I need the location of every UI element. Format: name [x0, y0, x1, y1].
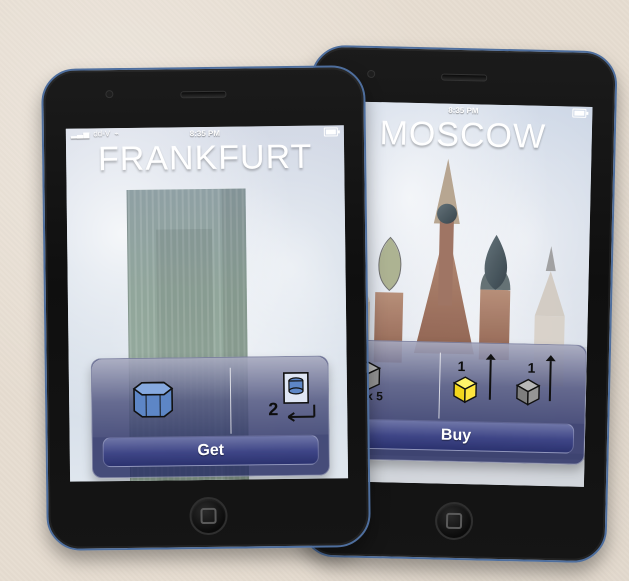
- status-time: 8:35 PM: [189, 128, 221, 138]
- speaker: [180, 90, 227, 99]
- battery-icon: [323, 127, 338, 137]
- battery-icon: [572, 108, 587, 118]
- quantity-number: 2: [268, 399, 279, 420]
- right-number-2: 1: [527, 359, 536, 376]
- status-time: 8:35 PM: [448, 105, 479, 115]
- octagon-prism-icon: [132, 381, 174, 418]
- gray-cube-icon-2: [515, 378, 541, 406]
- front-camera: [105, 90, 114, 99]
- city-title: FRANKFURT: [97, 137, 313, 179]
- yellow-cube-icon-2: [452, 376, 478, 404]
- signal-carrier: ▂▃▅ dd-V ⌁: [71, 129, 119, 139]
- get-button[interactable]: Get: [102, 434, 319, 468]
- carrier-text: dd-V: [93, 129, 111, 139]
- signal-icon: ▂▃▅: [70, 129, 90, 139]
- home-button[interactable]: [189, 496, 228, 536]
- front-camera: [367, 69, 376, 79]
- home-button[interactable]: [434, 501, 474, 541]
- phone-frankfurt: ▂▃▅ dd-V ⌁ 8:35 PM FRANKFURT 2 Get: [41, 65, 371, 551]
- wifi-icon: ⌁: [114, 129, 120, 139]
- buy-button[interactable]: Buy: [337, 418, 575, 454]
- get-panel: 2 Get: [90, 355, 331, 479]
- box-with-item-icon: [282, 371, 316, 422]
- city-title: MOSCOW: [379, 114, 547, 156]
- screen-frankfurt: ▂▃▅ dd-V ⌁ 8:35 PM FRANKFURT 2 Get: [65, 125, 349, 482]
- right-number-1: 1: [457, 357, 466, 375]
- speaker: [441, 73, 488, 82]
